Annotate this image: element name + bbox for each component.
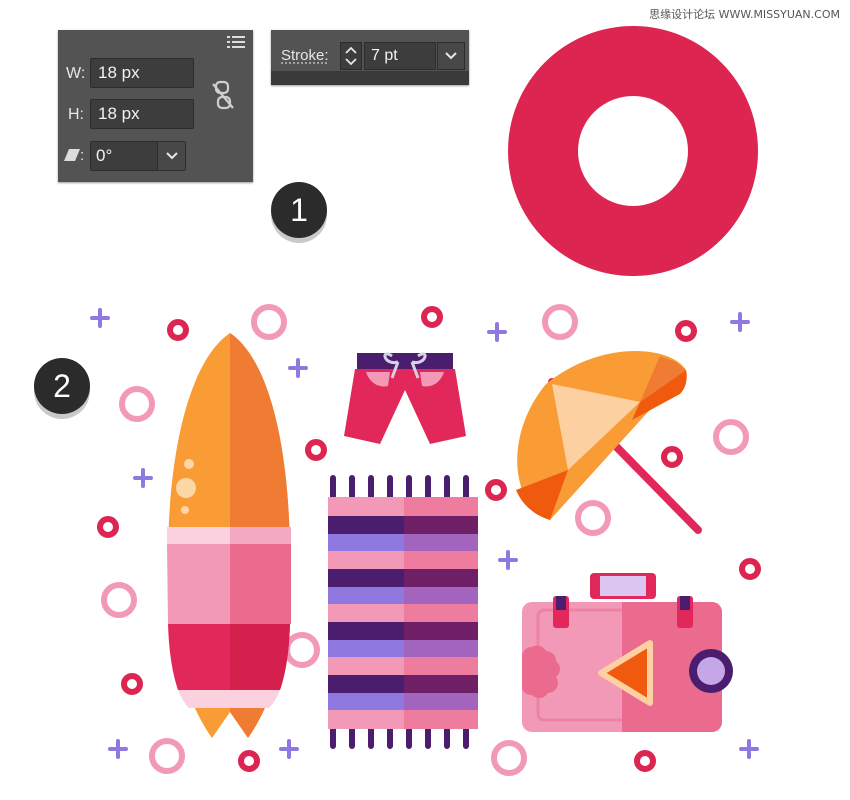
suitcase [522, 573, 733, 732]
beach-illustration [90, 26, 761, 776]
beach-towel [328, 475, 478, 749]
beach-umbrella [516, 351, 702, 534]
swim-shorts [344, 352, 466, 444]
surfboard [167, 333, 291, 738]
donut-ring [508, 26, 758, 276]
